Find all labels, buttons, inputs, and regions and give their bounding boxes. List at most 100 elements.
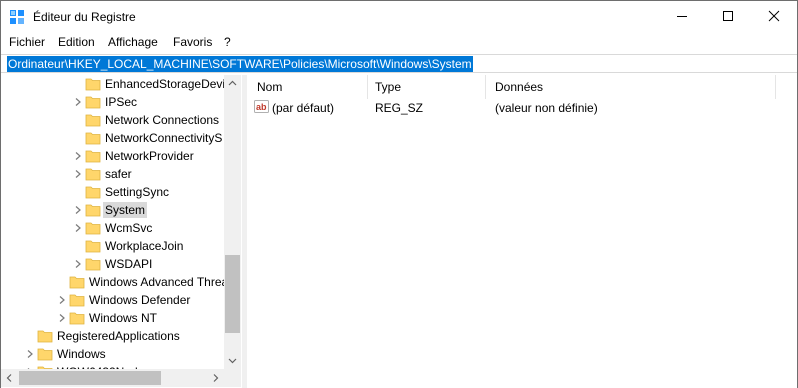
tree-item-label: EnhancedStorageDevic — [105, 77, 232, 91]
tree-item[interactable]: WcmSvc — [1, 219, 223, 237]
scroll-thumb[interactable] — [225, 255, 240, 333]
chevron-right-icon[interactable] — [73, 259, 83, 269]
folder-icon — [85, 78, 101, 91]
folder-icon — [85, 258, 101, 271]
chevron-right-icon[interactable] — [25, 349, 35, 359]
tree-item[interactable]: System — [1, 201, 223, 219]
menu-affichage[interactable]: Affichage — [108, 34, 158, 50]
chevron-right-icon — [213, 374, 219, 382]
tree-item-label: safer — [105, 167, 132, 181]
tree-item-label: NetworkProvider — [105, 149, 194, 163]
tree-item-label: RegisteredApplications — [57, 329, 180, 343]
tree-item[interactable]: Windows Advanced Threa — [1, 273, 228, 291]
tree-item-label: IPSec — [105, 95, 138, 109]
values-list[interactable]: Nom Type Données ab (par défaut) REG_SZ … — [247, 75, 797, 388]
maximize-button[interactable] — [705, 1, 751, 31]
tree-item-label: System — [103, 202, 148, 218]
column-header-type[interactable]: Type — [365, 75, 401, 99]
folder-icon — [85, 240, 101, 253]
tree-item[interactable]: IPSec — [1, 93, 223, 111]
tree-item[interactable]: Windows NT — [1, 309, 223, 327]
tree-item-label: Windows — [57, 347, 106, 361]
scrollbar-corner — [224, 369, 241, 387]
tree-item-label: Windows Advanced Threa — [89, 275, 229, 289]
column-header-data[interactable]: Données — [485, 75, 543, 99]
tree-item-label: NetworkConnectivityS — [105, 131, 223, 145]
tree-item-label: Windows NT — [89, 311, 158, 325]
tree-item-label: Windows Defender — [89, 293, 191, 307]
tree-item[interactable]: SettingSync — [1, 183, 223, 201]
regedit-icon — [10, 10, 24, 24]
tree-vertical-scrollbar[interactable] — [224, 75, 241, 387]
tree-item[interactable]: WSDAPI — [1, 255, 223, 273]
menu-favoris[interactable]: Favoris — [173, 34, 212, 50]
scroll-up-button[interactable] — [224, 75, 241, 92]
horizontal-scroll-thumb[interactable] — [19, 371, 161, 385]
value-data: (valeur non définie) — [495, 101, 598, 115]
chevron-right-icon[interactable] — [73, 205, 83, 215]
tree-item-label: SettingSync — [105, 185, 170, 199]
folder-icon — [69, 294, 85, 307]
tree-item[interactable]: NetworkProvider — [1, 147, 223, 165]
tree-item[interactable]: NetworkConnectivityS — [1, 129, 223, 147]
minimize-icon — [677, 16, 687, 17]
tree-item-label: WcmSvc — [105, 221, 153, 235]
tree-item-label: WSDAPI — [105, 257, 153, 271]
address-bar[interactable]: Ordinateur\HKEY_LOCAL_MACHINE\SOFTWARE\P… — [1, 54, 797, 73]
menu-edition[interactable]: Edition — [58, 34, 95, 50]
folder-icon — [85, 186, 101, 199]
chevron-left-icon — [6, 374, 12, 382]
string-value-icon: ab — [254, 100, 269, 113]
folder-icon — [69, 276, 85, 289]
chevron-up-icon — [228, 80, 237, 86]
chevron-right-icon[interactable] — [73, 151, 83, 161]
column-header-name[interactable]: Nom — [247, 75, 282, 99]
folder-icon — [85, 96, 101, 109]
menu-help[interactable]: ? — [224, 34, 231, 50]
minimize-button[interactable] — [659, 1, 705, 31]
column-separator[interactable] — [775, 75, 776, 99]
window-title: Éditeur du Registre — [33, 10, 136, 24]
menu-fichier[interactable]: Fichier — [9, 34, 45, 50]
address-path[interactable]: Ordinateur\HKEY_LOCAL_MACHINE\SOFTWARE\P… — [7, 56, 473, 72]
folder-icon — [85, 150, 101, 163]
chevron-right-icon[interactable] — [73, 223, 83, 233]
scroll-left-button[interactable] — [1, 369, 18, 387]
tree-item[interactable]: RegisteredApplications — [1, 327, 223, 345]
folder-icon — [85, 132, 101, 145]
folder-icon — [69, 312, 85, 325]
folder-icon — [37, 348, 53, 361]
chevron-down-icon — [228, 358, 237, 364]
tree-item-label: Network Connections — [105, 113, 220, 127]
tree-item[interactable]: Network Connections — [1, 111, 223, 129]
tree-item[interactable]: safer — [1, 165, 223, 183]
tree-item[interactable]: EnhancedStorageDevic — [1, 75, 231, 93]
svg-text:ab: ab — [256, 102, 267, 112]
maximize-icon — [723, 11, 733, 21]
folder-icon — [85, 168, 101, 181]
close-button[interactable] — [751, 1, 797, 31]
title-bar[interactable]: Éditeur du Registre — [1, 1, 797, 31]
scroll-right-button[interactable] — [207, 369, 224, 387]
tree-item[interactable]: WorkplaceJoin — [1, 237, 223, 255]
table-row[interactable]: ab (par défaut) REG_SZ (valeur non défin… — [247, 99, 797, 117]
close-icon — [768, 10, 780, 22]
chevron-right-icon[interactable] — [73, 169, 83, 179]
value-type: REG_SZ — [375, 101, 424, 115]
folder-icon — [85, 222, 101, 235]
tree-pane[interactable]: EnhancedStorageDevic IPSec Network Connect… — [1, 75, 242, 388]
registry-editor-window: Éditeur du Registre Fichier Edition Affi… — [0, 0, 798, 388]
folder-icon — [85, 204, 101, 217]
scroll-down-button[interactable] — [224, 352, 241, 369]
folder-icon — [37, 330, 53, 343]
value-name: (par défaut) — [272, 101, 335, 115]
tree-item-label: WorkplaceJoin — [105, 239, 184, 253]
chevron-right-icon[interactable] — [57, 295, 67, 305]
chevron-right-icon[interactable] — [57, 313, 67, 323]
menu-bar: Fichier Edition Affichage Favoris ? — [1, 32, 797, 52]
tree-item[interactable]: Windows Defender — [1, 291, 223, 309]
tree-horizontal-scrollbar[interactable] — [1, 369, 224, 387]
folder-icon — [85, 114, 101, 127]
tree-item[interactable]: Windows — [1, 345, 223, 363]
chevron-right-icon[interactable] — [73, 97, 83, 107]
